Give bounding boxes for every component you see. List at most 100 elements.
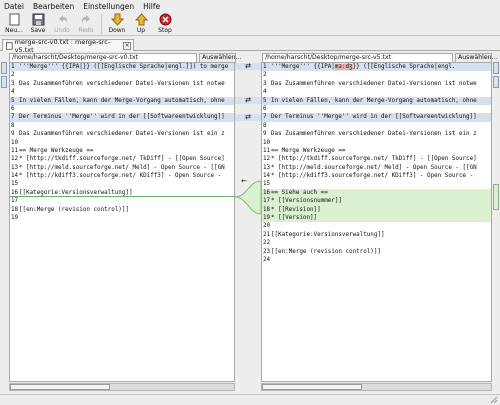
line-number: 16 — [11, 189, 19, 196]
line-number: 12 — [11, 156, 19, 163]
line-number: 6 — [263, 105, 267, 112]
stop-button-label: Stop — [158, 27, 172, 34]
text-line: 23 [[en:Merge (revision control)]] — [262, 248, 491, 256]
close-icon[interactable]: × — [123, 41, 132, 50]
line-number: 11 — [11, 147, 19, 154]
line-number: 18 — [11, 206, 19, 213]
line-text: * [http://tkdiff.sourceforge.net/ TkDiff… — [271, 156, 477, 163]
merge-arrows[interactable]: ⇄ — [238, 63, 258, 71]
line-number: 15 — [263, 181, 271, 188]
line-number: 2 — [11, 72, 15, 79]
line-number: 14 — [263, 173, 271, 180]
line-text — [269, 71, 271, 79]
line-number: 5 — [263, 97, 267, 104]
line-text: [[Kategorie:Versionsverwaltung]] — [271, 231, 385, 238]
right-text-pane[interactable]: 1 '''Merge''' {{IPA|mɜːdʒ}} ([[Englische … — [261, 62, 492, 382]
line-text — [269, 256, 271, 264]
toolbar-separator — [101, 14, 102, 34]
line-text — [269, 122, 271, 130]
line-number: 10 — [263, 139, 271, 146]
text-line: 18 [[en:Merge (revision control)]] — [10, 206, 234, 214]
line-number: 9 — [263, 131, 267, 138]
line-text: * [http://tkdiff.sourceforge.net/ TkDiff… — [19, 156, 225, 163]
line-text — [17, 105, 19, 113]
merge-arrows[interactable]: ⇄ — [238, 97, 258, 105]
change-marker[interactable] — [1, 76, 7, 88]
text-line: 1 '''Merge''' {{IPA|mɜːdʒ}} ([[Englische … — [262, 63, 491, 72]
line-text: '''Merge''' {{IPA|mɜːdʒ}} ([[Englische S… — [269, 63, 455, 71]
scroll-thumb[interactable] — [262, 384, 362, 390]
change-marker[interactable] — [1, 62, 7, 74]
text-line: 11 == Merge Werkzeuge == — [262, 147, 491, 155]
menu-datei[interactable]: Datei — [4, 2, 24, 11]
change-marker[interactable] — [493, 76, 499, 88]
line-text — [17, 88, 19, 96]
redo-button[interactable]: Redo — [74, 12, 98, 36]
text-line: 21 [[Kategorie:Versionsverwaltung]] — [262, 231, 491, 239]
right-horizontal-scrollbar[interactable] — [261, 382, 492, 392]
line-number: 19 — [263, 215, 271, 222]
line-number: 2 — [263, 72, 267, 79]
line-text — [269, 139, 271, 147]
text-line: 15 — [10, 180, 234, 188]
line-text: [[en:Merge (revision control)]] — [19, 206, 129, 213]
save-button[interactable]: Save — [26, 12, 50, 36]
right-path-field[interactable]: /home/harscht/Desktop/merge-src-v5.txt — [262, 52, 453, 63]
line-number: 13 — [11, 164, 19, 171]
line-text — [17, 122, 19, 130]
left-text-pane[interactable]: 1 '''Merge''' {{IPA|}} ([[Englische Sprac… — [9, 62, 235, 382]
text-line: 9 Das Zusammenführen verschiedener Datei-… — [262, 130, 491, 138]
text-line: 9 Das Zusammenführen verschiedener Datei-… — [10, 130, 234, 138]
line-number: 9 — [11, 131, 15, 138]
insert-marker[interactable] — [493, 184, 499, 210]
line-number: 15 — [11, 181, 19, 188]
merge-arrow-left-icon[interactable]: ← — [239, 178, 249, 186]
down-button[interactable]: Down — [105, 12, 129, 36]
text-line: 7 Der Terminus ''Merge'' wird in der [[So… — [10, 113, 234, 122]
line-text: * [http://meld.sourceforge.net/ Meld] - … — [271, 164, 477, 171]
toolbar: Neu... Save Undo Redo Down Up Stop — [0, 12, 500, 36]
change-marker[interactable] — [493, 62, 499, 74]
line-number: 23 — [263, 248, 271, 255]
menu-hilfe[interactable]: Hilfe — [143, 2, 160, 11]
line-text-part: }} ([[Englische Sprache|engl. — [352, 64, 456, 70]
left-horizontal-scrollbar[interactable] — [9, 382, 235, 392]
text-line: 22 — [262, 239, 491, 247]
text-line: 12 * [http://tkdiff.sourceforge.net/ TkDi… — [262, 155, 491, 163]
menu-bearbeiten[interactable]: Bearbeiten — [33, 2, 74, 11]
text-line: 13 * [http://meld.sourceforge.net/ Meld] … — [10, 164, 234, 172]
line-number: 7 — [11, 114, 15, 121]
status-bar — [0, 394, 500, 405]
resize-grip-icon[interactable] — [490, 396, 498, 404]
line-number: 21 — [263, 231, 271, 238]
text-line: 15 — [262, 180, 491, 188]
left-overview-map[interactable] — [1, 62, 7, 382]
right-overview-map[interactable] — [493, 62, 499, 382]
text-line: 5 In vielen Fällen, kann der Merge-Vorgan… — [10, 96, 234, 105]
undo-button[interactable]: Undo — [50, 12, 74, 36]
line-text — [269, 105, 271, 113]
line-text: Das Zusammenführen verschiedener Datei-V… — [19, 80, 225, 87]
tab-merge-files[interactable]: merge-src-v0.txt : merge-src-v5.txt × — [2, 38, 134, 54]
line-text — [17, 214, 19, 222]
changed-word: mɜːdʒ — [334, 64, 353, 70]
line-text — [17, 71, 19, 79]
right-browse-button[interactable]: Auswählen... — [455, 52, 498, 63]
new-button[interactable]: Neu... — [2, 12, 26, 36]
text-line: 8 — [10, 122, 234, 130]
stop-button[interactable]: Stop — [153, 12, 177, 36]
undo-button-label: Undo — [54, 27, 70, 34]
merge-arrows[interactable]: ⇄ — [238, 114, 258, 122]
text-line: 6 — [262, 105, 491, 113]
menu-einstellungen[interactable]: Einstellungen — [83, 2, 134, 11]
text-line: 17 * [[Versionsnummer]] — [262, 197, 491, 206]
merge-gutter: ⇄ ⇄ ⇄ ← — [235, 62, 261, 382]
text-line: 5 In vielen Fällen, kann der Merge-Vorgan… — [262, 96, 491, 105]
left-browse-button[interactable]: Auswählen... — [199, 52, 242, 63]
left-path-field[interactable]: /home/harscht/Desktop/merge-src-v0.txt — [9, 52, 197, 63]
text-line: 18 * [[Revision]] — [262, 205, 491, 215]
scroll-thumb[interactable] — [10, 384, 110, 390]
up-button[interactable]: Up — [129, 12, 153, 36]
text-line: 12 * [http://tkdiff.sourceforge.net/ TkDi… — [10, 155, 234, 163]
line-number: 18 — [263, 206, 271, 213]
